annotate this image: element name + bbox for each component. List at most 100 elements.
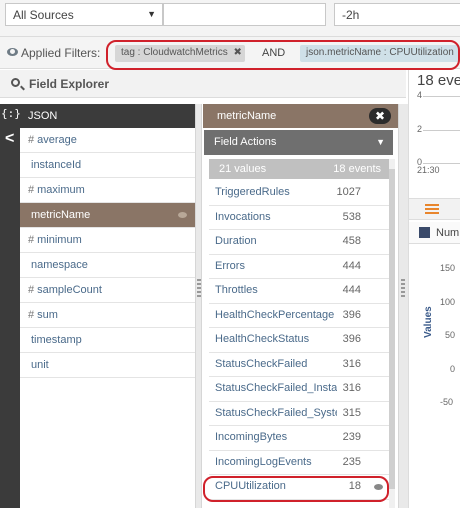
value-count: 235	[342, 455, 361, 468]
legend-swatch[interactable]	[419, 227, 430, 238]
values-count: 21 values	[219, 163, 267, 175]
gridline	[423, 130, 460, 131]
query-input[interactable]	[163, 3, 326, 26]
value-count: 444	[342, 284, 361, 296]
field-label: maximum	[37, 184, 85, 196]
value-row[interactable]: TriggeredRules 1027	[209, 181, 389, 206]
values-scrollbar[interactable]	[389, 159, 395, 508]
field-item-maximum[interactable]: # maximum	[20, 178, 195, 203]
source-select[interactable]: All Sources ▼	[5, 3, 163, 26]
value-name: IncomingLogEvents	[215, 455, 312, 468]
histogram-time-label: 21:30	[417, 165, 440, 175]
view-tab-bar	[409, 198, 460, 220]
field-item-metricname[interactable]: metricName	[20, 203, 195, 228]
value-name: StatusCheckFailed	[215, 357, 308, 370]
field-label: timestamp	[31, 334, 82, 346]
value-count: 396	[342, 308, 361, 321]
field-label: instanceId	[31, 159, 82, 171]
time-range-input[interactable]: -2h	[334, 3, 460, 26]
field-item-instanceid[interactable]: instanceId	[20, 153, 195, 178]
field-actions-label: Field Actions	[214, 136, 277, 148]
list-view-icon[interactable]	[425, 204, 439, 215]
value-row[interactable]: Errors 444	[209, 255, 389, 279]
field-item-sum[interactable]: # sum	[20, 303, 195, 328]
value-name: HealthCheckPercentage	[215, 308, 335, 321]
value-count: 458	[342, 235, 361, 247]
gridline	[423, 163, 460, 164]
value-name: StatusCheckFailed_System	[215, 406, 337, 419]
legend-row: Num	[409, 222, 460, 244]
numeric-icon: #	[28, 234, 35, 246]
value-count: 316	[342, 382, 361, 394]
value-row[interactable]: IncomingBytes 239	[209, 426, 389, 451]
field-values-panel: metricName ✖ Field Actions ▼ 21 values 1…	[203, 104, 398, 508]
events-title: 18 eve	[417, 72, 460, 89]
field-item-unit[interactable]: unit	[20, 353, 195, 378]
value-count: 1027	[336, 186, 361, 198]
numeric-icon: #	[28, 134, 35, 146]
values-stats-bar: 21 values 18 events	[209, 159, 389, 179]
histogram-tick: 4	[417, 90, 423, 100]
value-row[interactable]: HealthCheckPercentage 396	[209, 304, 389, 328]
numeric-icon: #	[28, 309, 35, 321]
value-list: TriggeredRules 1027 Invocations 538 Durati…	[209, 181, 389, 500]
value-row[interactable]: HealthCheckStatus 396	[209, 328, 389, 353]
field-item-average[interactable]: # average	[20, 128, 195, 153]
field-item-timestamp[interactable]: timestamp	[20, 328, 195, 353]
source-select-label: All Sources	[13, 8, 74, 22]
y-tick-label: 50	[445, 330, 456, 340]
histogram-tick: 2	[417, 124, 423, 134]
field-actions-dropdown[interactable]: Field Actions ▼	[204, 130, 393, 155]
gridline	[423, 96, 460, 97]
value-row[interactable]: Throttles 444	[209, 279, 389, 304]
numeric-icon: #	[28, 184, 35, 196]
value-count: 315	[342, 406, 361, 419]
panel-splitter[interactable]	[195, 104, 202, 508]
filters-highlight-annotation	[106, 40, 460, 70]
value-count: 538	[342, 210, 361, 223]
values-panel-header: metricName ✖	[203, 104, 398, 128]
value-name: StatusCheckFailed_Instance	[215, 382, 337, 394]
field-explorer-header: Field Explorer	[0, 70, 406, 98]
value-row[interactable]: StatusCheckFailed_System 315	[209, 402, 389, 426]
field-item-minimum[interactable]: # minimum	[20, 228, 195, 253]
scrollbar-thumb[interactable]	[389, 169, 395, 489]
value-row[interactable]: Invocations 538	[209, 206, 389, 230]
chart-area: 150 100 50 0 -50	[409, 246, 460, 508]
field-list: # average instanceId # maximum metricName …	[20, 128, 195, 378]
value-count: 396	[342, 333, 361, 345]
panel-splitter-right[interactable]	[398, 104, 408, 508]
field-label: namespace	[31, 259, 88, 271]
field-label: sum	[37, 309, 58, 321]
eye-icon[interactable]	[178, 212, 187, 218]
value-name: Errors	[215, 259, 245, 272]
field-label: unit	[31, 359, 49, 371]
close-icon[interactable]: ✖	[369, 108, 391, 124]
value-row[interactable]: StatusCheckFailed_Instance 316	[209, 377, 389, 402]
chevron-left-icon[interactable]: <	[5, 130, 14, 148]
field-label: minimum	[37, 234, 82, 246]
field-item-namespace[interactable]: namespace	[20, 253, 195, 278]
value-name: Throttles	[215, 284, 258, 296]
value-name: HealthCheckStatus	[215, 333, 310, 345]
y-tick-label: 0	[450, 364, 456, 374]
json-braces-icon: {:}	[1, 107, 21, 120]
value-row[interactable]: IncomingLogEvents 235	[209, 451, 389, 475]
value-row[interactable]: StatusCheckFailed 316	[209, 353, 389, 377]
value-count: 239	[342, 431, 361, 443]
value-name: Duration	[215, 235, 257, 247]
field-item-samplecount[interactable]: # sampleCount	[20, 278, 195, 303]
caret-down-icon: ▼	[376, 137, 385, 147]
legend-label: Num	[436, 227, 460, 239]
drag-handle-icon[interactable]	[401, 279, 405, 299]
drag-handle-icon[interactable]	[197, 279, 201, 299]
field-label: metricName	[31, 209, 91, 221]
events-count: 18 events	[333, 163, 381, 175]
eye-icon[interactable]	[7, 48, 18, 56]
value-row[interactable]: Duration 458	[209, 230, 389, 255]
value-name: Invocations	[215, 210, 271, 223]
top-toolbar: All Sources ▼ -2h	[0, 0, 460, 37]
field-label: average	[37, 134, 77, 146]
field-label: sampleCount	[37, 284, 102, 296]
y-axis-label: Values	[423, 306, 434, 338]
